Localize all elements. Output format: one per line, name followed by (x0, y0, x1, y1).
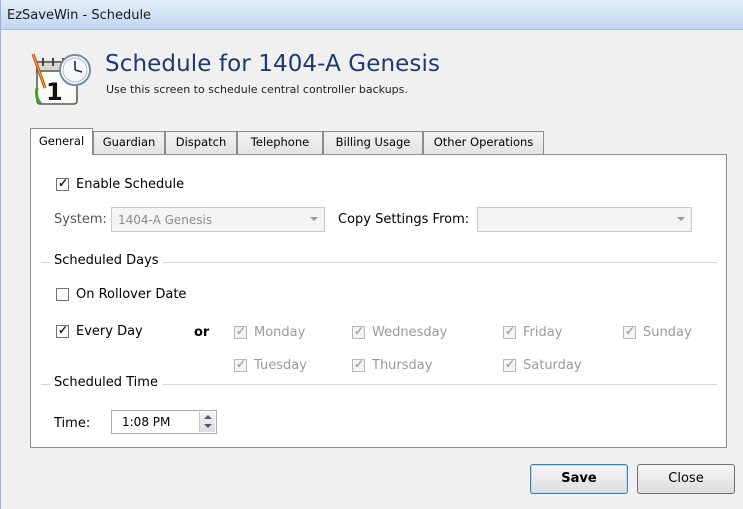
on-rollover-label: On Rollover Date (76, 287, 187, 302)
spin-up-icon[interactable] (204, 415, 212, 419)
copy-settings-select[interactable] (477, 207, 692, 232)
chevron-down-icon (677, 217, 685, 221)
spin-down-icon[interactable] (204, 424, 212, 428)
title-bar[interactable]: EzSaveWin - Schedule (1, 0, 743, 30)
tuesday-label: Tuesday (254, 358, 307, 373)
tab-billing-usage[interactable]: Billing Usage (323, 131, 423, 154)
on-rollover-checkbox[interactable] (56, 288, 69, 301)
schedule-window: EzSaveWin - Schedule 1 Schedule for 1404… (0, 0, 743, 509)
close-button[interactable]: Close (637, 464, 735, 494)
scheduled-days-title: Scheduled Days (50, 253, 163, 268)
tab-guardian[interactable]: Guardian (93, 131, 165, 154)
save-button[interactable]: Save (530, 464, 628, 494)
tab-dispatch[interactable]: Dispatch (165, 131, 237, 154)
tab-telephone[interactable]: Telephone (237, 131, 323, 154)
time-label: Time: (54, 416, 91, 431)
time-value: 1:08 PM (122, 415, 171, 429)
system-select[interactable]: 1404-A Genesis (111, 207, 325, 232)
tuesday-checkbox[interactable]: ✓ (234, 357, 247, 372)
svg-text:1: 1 (46, 78, 63, 106)
system-select-value: 1404-A Genesis (118, 213, 213, 227)
or-label: or (194, 325, 210, 340)
sunday-label: Sunday (643, 325, 692, 340)
page-title: Schedule for 1404-A Genesis (105, 51, 441, 77)
page-subtitle: Use this screen to schedule central cont… (106, 83, 408, 96)
system-label: System: (54, 212, 107, 227)
sunday-checkbox[interactable]: ✓ (623, 324, 636, 339)
thursday-label: Thursday (372, 358, 433, 373)
tab-general[interactable]: General (30, 128, 93, 155)
window-title: EzSaveWin - Schedule (7, 8, 152, 23)
copy-settings-label: Copy Settings From: (338, 212, 470, 227)
enable-schedule-label: Enable Schedule (76, 177, 185, 192)
every-day-checkbox[interactable]: ✓ (56, 323, 69, 338)
scheduled-time-title: Scheduled Time (50, 375, 162, 390)
every-day-label: Every Day (76, 324, 143, 339)
time-spinner[interactable] (199, 412, 215, 432)
saturday-checkbox[interactable]: ✓ (503, 357, 516, 372)
chevron-down-icon (310, 217, 318, 221)
thursday-checkbox[interactable]: ✓ (352, 357, 365, 372)
calendar-clock-icon: 1 (31, 53, 91, 106)
wednesday-checkbox[interactable]: ✓ (352, 324, 365, 339)
saturday-label: Saturday (523, 358, 582, 373)
monday-label: Monday (254, 325, 306, 340)
tab-other-operations[interactable]: Other Operations (423, 131, 544, 154)
friday-label: Friday (523, 325, 563, 340)
enable-schedule-checkbox[interactable]: ✓ (56, 176, 69, 191)
friday-checkbox[interactable]: ✓ (503, 324, 516, 339)
wednesday-label: Wednesday (372, 325, 448, 340)
monday-checkbox[interactable]: ✓ (234, 324, 247, 339)
time-picker[interactable]: 1:08 PM (111, 410, 217, 434)
